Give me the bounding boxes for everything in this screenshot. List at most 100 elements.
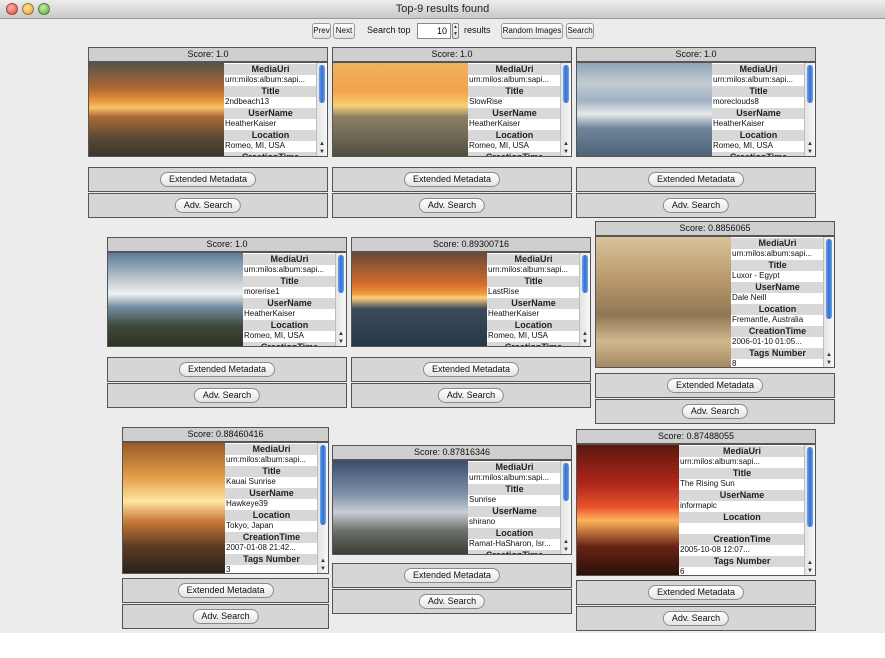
- metadata-key: Title: [487, 275, 580, 287]
- scroll-down-icon[interactable]: ▼: [580, 338, 590, 346]
- scroll-down-icon[interactable]: ▼: [805, 567, 815, 575]
- metadata-scrollbar[interactable]: ▲ ▼: [560, 63, 571, 156]
- extended-metadata-button[interactable]: Extended Metadata: [647, 172, 745, 187]
- extended-metadata-button[interactable]: Extended Metadata: [422, 362, 520, 377]
- scroll-up-icon[interactable]: ▲: [317, 140, 327, 148]
- extended-metadata-row: Extended Metadata: [351, 357, 591, 382]
- metadata-scrollbar[interactable]: ▲ ▼: [335, 253, 346, 346]
- adv-search-button[interactable]: Adv. Search: [174, 198, 242, 213]
- result-photo[interactable]: [596, 237, 731, 367]
- prev-button[interactable]: Prev: [312, 23, 331, 39]
- metadata-scrollbar[interactable]: ▲ ▼: [804, 445, 815, 575]
- metadata-scrollbar[interactable]: ▲ ▼: [804, 63, 815, 156]
- adv-search-button[interactable]: Adv. Search: [662, 198, 730, 213]
- scroll-up-icon[interactable]: ▲: [336, 330, 346, 338]
- extended-metadata-button[interactable]: Extended Metadata: [666, 378, 764, 393]
- media-uri-value: urn:milos:album:sapi...: [468, 473, 561, 483]
- adv-search-row: Adv. Search: [576, 606, 816, 631]
- top-count-field[interactable]: 10: [417, 23, 451, 39]
- scroll-down-icon[interactable]: ▼: [561, 148, 571, 156]
- scroll-thumb[interactable]: [826, 239, 832, 319]
- adv-search-button[interactable]: Adv. Search: [662, 611, 730, 626]
- scroll-up-icon[interactable]: ▲: [824, 351, 834, 359]
- scroll-thumb[interactable]: [807, 65, 813, 103]
- extended-metadata-row: Extended Metadata: [576, 167, 816, 192]
- result-photo[interactable]: [108, 253, 243, 346]
- scroll-up-icon[interactable]: ▲: [318, 557, 328, 565]
- extended-metadata-button[interactable]: Extended Metadata: [159, 172, 257, 187]
- result-photo[interactable]: [123, 443, 225, 573]
- scroll-down-icon[interactable]: ▼: [317, 148, 327, 156]
- extended-metadata-row: Extended Metadata: [332, 563, 572, 588]
- user-name-value: Hawkeye39: [225, 499, 318, 509]
- location-value: Tokyo, Japan: [225, 521, 318, 531]
- scroll-thumb[interactable]: [807, 447, 813, 527]
- tags-number-value: 3: [225, 565, 318, 573]
- result-photo[interactable]: [577, 63, 712, 156]
- scroll-up-icon[interactable]: ▲: [561, 140, 571, 148]
- metadata-scrollbar[interactable]: ▲ ▼: [316, 63, 327, 156]
- result-photo[interactable]: [577, 445, 679, 575]
- tags-number-value: 6: [679, 567, 805, 575]
- scroll-thumb[interactable]: [338, 255, 344, 293]
- title-value: Kauai Sunrise: [225, 477, 318, 487]
- scroll-down-icon[interactable]: ▼: [805, 148, 815, 156]
- title-value: SlowRise: [468, 97, 561, 107]
- top-count-stepper[interactable]: ▲ ▼: [452, 23, 459, 39]
- scroll-down-icon[interactable]: ▼: [824, 359, 834, 367]
- metadata-scrollbar[interactable]: ▲ ▼: [560, 461, 571, 554]
- scroll-down-icon[interactable]: ▼: [318, 565, 328, 573]
- extended-metadata-button[interactable]: Extended Metadata: [403, 172, 501, 187]
- search-toolbar: Prev Next Search top 10 ▲ ▼ results Rando…: [0, 19, 885, 44]
- metadata-list: MediaUri urn:milos:album:sapi... Title K…: [225, 443, 318, 573]
- metadata-key: Title: [731, 259, 824, 271]
- media-uri-value: urn:milos:album:sapi...: [224, 75, 317, 85]
- random-images-button[interactable]: Random Images: [501, 23, 563, 39]
- scroll-thumb[interactable]: [582, 255, 588, 293]
- scroll-up-icon[interactable]: ▲: [805, 140, 815, 148]
- extended-metadata-button[interactable]: Extended Metadata: [403, 568, 501, 583]
- scroll-up-icon[interactable]: ▲: [805, 559, 815, 567]
- scroll-thumb[interactable]: [319, 65, 325, 103]
- adv-search-button[interactable]: Adv. Search: [418, 198, 486, 213]
- metadata-scrollbar[interactable]: ▲ ▼: [823, 237, 834, 367]
- scroll-thumb[interactable]: [563, 65, 569, 103]
- search-button[interactable]: Search: [566, 23, 594, 39]
- result-photo[interactable]: [333, 461, 468, 554]
- extended-metadata-button[interactable]: Extended Metadata: [177, 583, 274, 598]
- metadata-key: Title: [468, 483, 561, 495]
- metadata-key: CreationTime: [487, 341, 580, 346]
- adv-search-button[interactable]: Adv. Search: [193, 388, 261, 403]
- metadata-scrollbar[interactable]: ▲ ▼: [579, 253, 590, 346]
- scroll-up-icon[interactable]: ▲: [561, 538, 571, 546]
- location-value: [679, 523, 805, 533]
- window-bottom-area: [0, 633, 885, 658]
- metadata-key: MediaUri: [487, 253, 580, 265]
- title-value: Sunrise: [468, 495, 561, 505]
- scroll-down-icon[interactable]: ▼: [561, 546, 571, 554]
- media-uri-value: urn:milos:album:sapi...: [712, 75, 805, 85]
- user-name-value: HeatherKaiser: [712, 119, 805, 129]
- location-value: Romeo, MI, USA: [712, 141, 805, 151]
- location-value: Romeo, MI, USA: [243, 331, 336, 341]
- result-photo[interactable]: [352, 253, 487, 346]
- scroll-thumb[interactable]: [563, 463, 569, 501]
- metadata-scrollbar[interactable]: ▲ ▼: [317, 443, 328, 573]
- scroll-thumb[interactable]: [320, 445, 326, 525]
- adv-search-button[interactable]: Adv. Search: [681, 404, 749, 419]
- next-button[interactable]: Next: [333, 23, 355, 39]
- adv-search-button[interactable]: Adv. Search: [418, 594, 486, 609]
- result-photo[interactable]: [333, 63, 468, 156]
- scroll-up-icon[interactable]: ▲: [580, 330, 590, 338]
- result-photo[interactable]: [89, 63, 224, 156]
- extended-metadata-button[interactable]: Extended Metadata: [647, 585, 745, 600]
- adv-search-button[interactable]: Adv. Search: [437, 388, 505, 403]
- extended-metadata-button[interactable]: Extended Metadata: [178, 362, 276, 377]
- scroll-down-icon[interactable]: ▼: [336, 338, 346, 346]
- extended-metadata-row: Extended Metadata: [107, 357, 347, 382]
- adv-search-button[interactable]: Adv. Search: [192, 609, 259, 624]
- metadata-key: Location: [468, 527, 561, 539]
- user-name-value: Dale Neill: [731, 293, 824, 303]
- metadata-key: Location: [468, 129, 561, 141]
- score-label: Score: 0.87816346: [332, 445, 572, 460]
